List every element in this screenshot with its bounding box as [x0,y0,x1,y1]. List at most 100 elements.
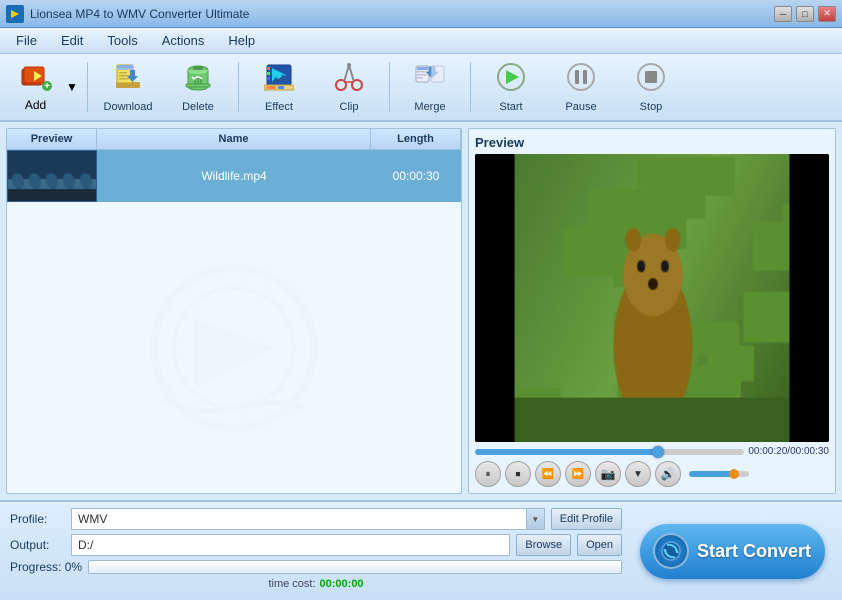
volume-ctrl[interactable]: 🔊 [655,461,681,487]
menu-edit[interactable]: Edit [49,31,95,50]
delete-label: Delete [182,101,214,113]
svg-text:+: + [44,81,50,92]
bottom-bar: Profile: ▼ Edit Profile Output: Browse O… [0,500,842,600]
start-convert-button[interactable]: Start Convert [640,524,825,579]
volume-slider[interactable] [689,471,749,477]
add-label: Add [25,98,46,112]
start-button[interactable]: Start [477,58,545,116]
filelist-header: Preview Name Length [7,129,461,150]
rewind-ctrl[interactable]: ⏪ [535,461,561,487]
clip-button[interactable]: Clip [315,58,383,116]
separator-4 [470,62,471,112]
start-label: Start [499,101,522,113]
delete-button[interactable]: Delete [164,58,232,116]
merge-button[interactable]: Merge [396,58,464,116]
bottom-left: Profile: ▼ Edit Profile Output: Browse O… [10,508,622,594]
watermark [7,202,461,493]
file-length: 00:00:30 [371,169,461,183]
merge-label: Merge [414,101,445,113]
maximize-button[interactable]: □ [796,6,814,22]
delete-icon [183,62,213,99]
add-button-wrapper[interactable]: + Add ▼ [8,58,81,116]
settings-ctrl[interactable]: ▼ [625,461,651,487]
file-list: Preview Name Length Wildlife.mp4 00:00:3… [6,128,462,494]
edit-profile-button[interactable]: Edit Profile [551,508,622,530]
profile-input[interactable] [71,508,527,530]
time-cost-value: 00:00:00 [320,578,364,590]
separator-1 [87,62,88,112]
table-row[interactable]: Wildlife.mp4 00:00:30 [7,150,461,202]
seekbar[interactable] [475,449,744,455]
output-input[interactable] [71,534,510,556]
minimize-button[interactable]: ─ [774,6,792,22]
add-dropdown-arrow[interactable]: ▼ [63,58,81,116]
main-content: Preview Name Length Wildlife.mp4 00:00:3… [0,122,842,500]
menu-file[interactable]: File [4,31,49,50]
stop-label: Stop [640,101,663,113]
window-title: Lionsea MP4 to WMV Converter Ultimate [30,7,774,21]
time-cost-row: time cost: 00:00:00 [10,578,622,590]
preview-panel: Preview 00:00:20/00:00:30 ⏸ ⏹ ⏪ ⏩ 📷 ▼ 🔊 [468,128,836,494]
preview-title: Preview [475,135,829,150]
col-name-header: Name [97,129,371,149]
time-total: 00:00:30 [790,446,829,457]
effect-button[interactable]: Effect [245,58,313,116]
menubar: File Edit Tools Actions Help [0,28,842,54]
output-row: Output: Browse Open [10,534,622,556]
pause-label: Pause [565,101,596,113]
bottom-right: Start Convert [632,508,832,594]
start-icon [496,62,526,99]
output-label: Output: [10,538,65,552]
menu-tools[interactable]: Tools [95,31,149,50]
stop-button[interactable]: Stop [617,58,685,116]
file-thumbnail [7,150,97,202]
merge-icon [414,62,446,99]
stop-ctrl[interactable]: ⏹ [505,461,531,487]
progress-label: Progress: 0% [10,560,82,574]
video-preview [475,154,829,442]
seekbar-container: 00:00:20/00:00:30 [475,446,829,457]
app-icon [6,5,24,23]
time-current: 00:00:20 [748,446,787,457]
progress-bar [88,560,622,574]
file-name: Wildlife.mp4 [97,169,371,183]
start-convert-label: Start Convert [697,541,811,562]
pause-icon [566,62,596,99]
close-button[interactable]: ✕ [818,6,836,22]
browse-button[interactable]: Browse [516,534,571,556]
progress-row: Progress: 0% [10,560,622,574]
toolbar: + Add ▼ Download [0,54,842,122]
profile-row: Profile: ▼ Edit Profile [10,508,622,530]
clip-label: Clip [340,101,359,113]
window-controls: ─ □ ✕ [774,6,836,22]
add-icon: + [20,63,52,98]
profile-wrapper: ▼ [71,508,545,530]
play-pause-ctrl[interactable]: ⏸ [475,461,501,487]
time-cost-label: time cost: [268,578,315,590]
screenshot-ctrl[interactable]: 📷 [595,461,621,487]
start-convert-icon [653,533,689,569]
effect-icon [264,62,294,99]
profile-dropdown-arrow[interactable]: ▼ [527,508,545,530]
titlebar: Lionsea MP4 to WMV Converter Ultimate ─ … [0,0,842,28]
clip-icon [334,62,364,99]
controls-bar: ⏸ ⏹ ⏪ ⏩ 📷 ▼ 🔊 [475,461,829,487]
separator-2 [238,62,239,112]
profile-label: Profile: [10,512,65,526]
open-button[interactable]: Open [577,534,622,556]
effect-label: Effect [265,101,293,113]
add-button[interactable]: + Add [8,58,63,116]
time-display: 00:00:20/00:00:30 [748,446,829,457]
seekbar-thumb[interactable] [652,446,664,458]
stop-icon [636,62,666,99]
forward-ctrl[interactable]: ⏩ [565,461,591,487]
separator-3 [389,62,390,112]
volume-thumb[interactable] [729,469,739,479]
download-button[interactable]: Download [94,58,162,116]
download-label: Download [104,101,153,113]
pause-button[interactable]: Pause [547,58,615,116]
col-preview-header: Preview [7,129,97,149]
menu-help[interactable]: Help [216,31,267,50]
menu-actions[interactable]: Actions [150,31,217,50]
download-icon [113,62,143,99]
